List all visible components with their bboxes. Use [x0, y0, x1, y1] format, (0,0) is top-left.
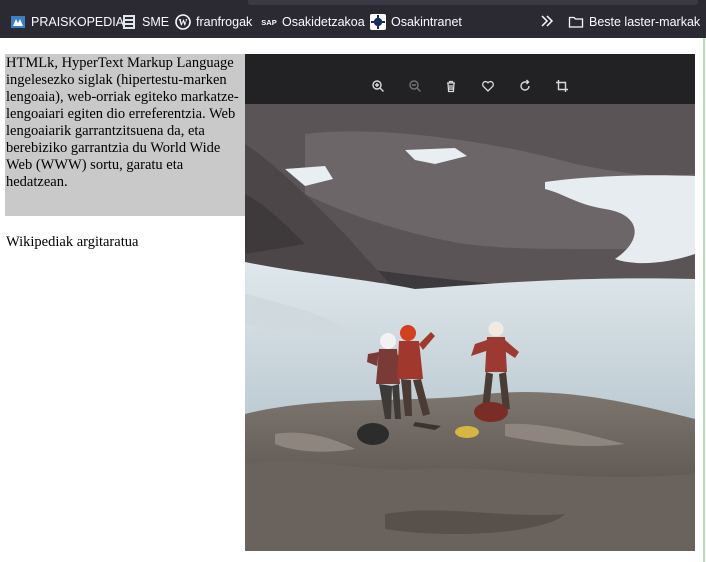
- content-border: [703, 38, 705, 562]
- other-bookmarks-folder[interactable]: Beste laster-markak: [568, 13, 700, 31]
- mountaineers-photo: [245, 104, 695, 551]
- bookmark-franfrogak[interactable]: W franfrogak: [175, 13, 252, 31]
- bookmark-label: Osakidetzakoa: [282, 15, 365, 29]
- image-viewer-toolbar: [245, 54, 695, 104]
- bookmark-label: franfrogak: [196, 15, 253, 29]
- sap-icon: SAP: [261, 14, 277, 30]
- html-description-paragraph: HTMLk, HyperText Markup Language ingeles…: [6, 55, 239, 190]
- bookmark-label: PRAISKOPEDIA: [31, 15, 125, 29]
- zoom-out-icon: [408, 79, 422, 98]
- bookmark-praiskopedia[interactable]: PRAISKOPEDIA: [10, 13, 124, 31]
- rotate-button[interactable]: [515, 78, 535, 98]
- zoom-in-button[interactable]: [368, 78, 388, 98]
- image-viewer: [245, 54, 695, 551]
- bookmark-label: Osakintranet: [391, 15, 462, 29]
- bookmarks-toolbar: PRAISKOPEDIA SME W franfrogak SAP Osakid…: [0, 0, 706, 38]
- bookmark-label: SME: [142, 15, 170, 29]
- bookmarks-overflow-button[interactable]: [536, 12, 558, 32]
- praiskopedia-icon: [10, 14, 26, 30]
- sme-icon: [121, 14, 137, 30]
- trash-icon: [444, 79, 458, 98]
- zoom-in-icon: [371, 79, 385, 98]
- chevron-double-right-icon: [540, 14, 554, 30]
- crop-button[interactable]: [552, 78, 572, 98]
- zoom-out-button[interactable]: [405, 78, 425, 98]
- bookmark-sme[interactable]: SME: [121, 13, 169, 31]
- other-bookmarks-label: Beste laster-markak: [589, 15, 701, 29]
- svg-text:W: W: [179, 18, 188, 28]
- tab-strip-edge: [248, 0, 698, 5]
- crop-icon: [555, 79, 569, 98]
- bookmark-osakintranet[interactable]: Osakintranet: [370, 13, 462, 31]
- favorite-button[interactable]: [478, 78, 498, 98]
- osakintranet-icon: [370, 14, 386, 30]
- svg-text:SAP: SAP: [261, 18, 276, 27]
- credit-text: Wikipediak argitaratua: [6, 234, 139, 250]
- wordpress-icon: W: [175, 14, 191, 30]
- delete-button[interactable]: [441, 78, 461, 98]
- heart-icon: [481, 79, 495, 98]
- bookmark-osakidetzakoa[interactable]: SAP Osakidetzakoa: [261, 13, 365, 31]
- folder-icon: [568, 14, 584, 30]
- rotate-icon: [518, 79, 532, 98]
